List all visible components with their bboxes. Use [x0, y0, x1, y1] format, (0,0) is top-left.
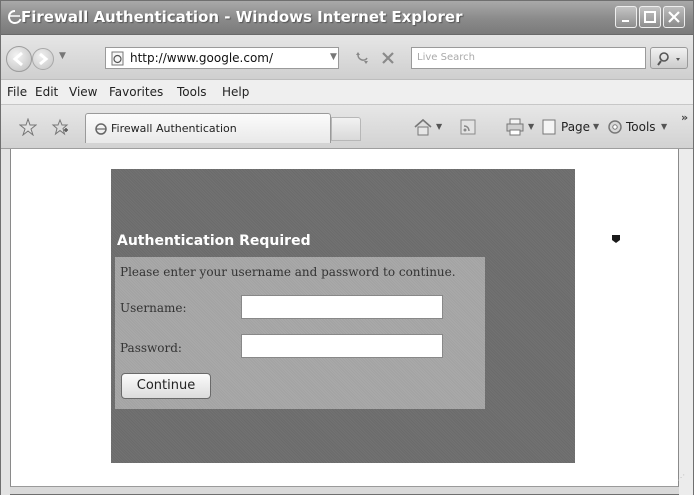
- tab-label: Firewall Authentication: [111, 122, 237, 135]
- tools-dropdown-icon[interactable]: ▼: [661, 122, 667, 131]
- print-dropdown-icon[interactable]: ▼: [528, 122, 534, 131]
- username-field[interactable]: [241, 295, 443, 319]
- address-bar: ▼ http://www.google.com/ ▼ Live Search: [1, 35, 693, 79]
- home-icon[interactable]: [413, 118, 433, 136]
- title-bar: Firewall Authentication - Windows Intern…: [1, 1, 693, 35]
- forward-button[interactable]: [32, 48, 54, 70]
- close-icon: [668, 11, 680, 23]
- auth-form: Please enter your username and password …: [115, 257, 485, 409]
- page-content: Authentication Required Please enter you…: [10, 149, 685, 487]
- authentication-panel: Authentication Required Please enter you…: [111, 169, 575, 463]
- refresh-icon[interactable]: [353, 50, 371, 66]
- window-title: Firewall Authentication - Windows Intern…: [21, 8, 463, 26]
- resize-grip-icon[interactable]: ⋰: [677, 473, 685, 482]
- feeds-icon[interactable]: [459, 118, 477, 136]
- continue-button[interactable]: Continue: [121, 373, 211, 399]
- menu-bar: File Edit View Favorites Tools Help: [1, 79, 693, 105]
- password-label: Password:: [120, 341, 182, 355]
- maximize-button[interactable]: [639, 6, 661, 28]
- print-icon[interactable]: [505, 118, 525, 136]
- close-button[interactable]: [663, 6, 685, 28]
- favorites-star-icon[interactable]: [19, 118, 37, 136]
- address-url: http://www.google.com/: [130, 51, 274, 65]
- ie-page-icon: [95, 123, 107, 135]
- menu-view[interactable]: View: [69, 85, 97, 99]
- search-icon: [657, 52, 680, 66]
- tab-firewall-authentication[interactable]: Firewall Authentication: [85, 113, 331, 143]
- address-dropdown-icon[interactable]: ▼: [330, 52, 337, 62]
- browser-window: Firewall Authentication - Windows Intern…: [0, 0, 694, 495]
- maximize-icon: [644, 11, 656, 23]
- page-icon: [111, 51, 124, 66]
- back-button[interactable]: [6, 46, 32, 72]
- menu-help[interactable]: Help: [222, 85, 249, 99]
- tab-bar: Firewall Authentication ▼ ▼ Page ▼ Tools: [1, 105, 693, 149]
- cursor-marker-icon: [612, 235, 620, 243]
- username-label: Username:: [120, 301, 187, 315]
- forward-arrow-icon: [39, 52, 49, 66]
- home-dropdown-icon[interactable]: ▼: [436, 122, 442, 131]
- auth-title: Authentication Required: [117, 233, 311, 249]
- more-tools-chevron-icon[interactable]: »: [681, 111, 688, 124]
- menu-edit[interactable]: Edit: [35, 85, 58, 99]
- new-tab-button[interactable]: [331, 117, 361, 141]
- minimize-button[interactable]: [615, 6, 637, 28]
- left-frame: [1, 149, 10, 495]
- page-dropdown-icon[interactable]: ▼: [593, 122, 599, 131]
- search-button[interactable]: [650, 47, 688, 69]
- search-input[interactable]: Live Search: [411, 47, 646, 69]
- address-field[interactable]: http://www.google.com/: [105, 47, 339, 69]
- menu-file[interactable]: File: [7, 85, 27, 99]
- back-arrow-icon: [12, 51, 23, 67]
- menu-tools[interactable]: Tools: [177, 85, 207, 99]
- auth-instructions: Please enter your username and password …: [120, 265, 456, 279]
- stop-icon[interactable]: [380, 50, 396, 66]
- menu-favorites[interactable]: Favorites: [109, 85, 163, 99]
- tools-menu-label[interactable]: Tools: [626, 120, 656, 134]
- tools-gear-icon[interactable]: [606, 118, 624, 136]
- history-dropdown-icon[interactable]: ▼: [59, 51, 66, 61]
- minimize-icon: [622, 20, 629, 22]
- page-menu-label[interactable]: Page: [561, 120, 590, 134]
- add-favorites-icon[interactable]: [51, 118, 69, 136]
- scrollbar[interactable]: [679, 149, 693, 495]
- password-field[interactable]: [241, 334, 443, 358]
- page-menu-icon[interactable]: [541, 118, 557, 136]
